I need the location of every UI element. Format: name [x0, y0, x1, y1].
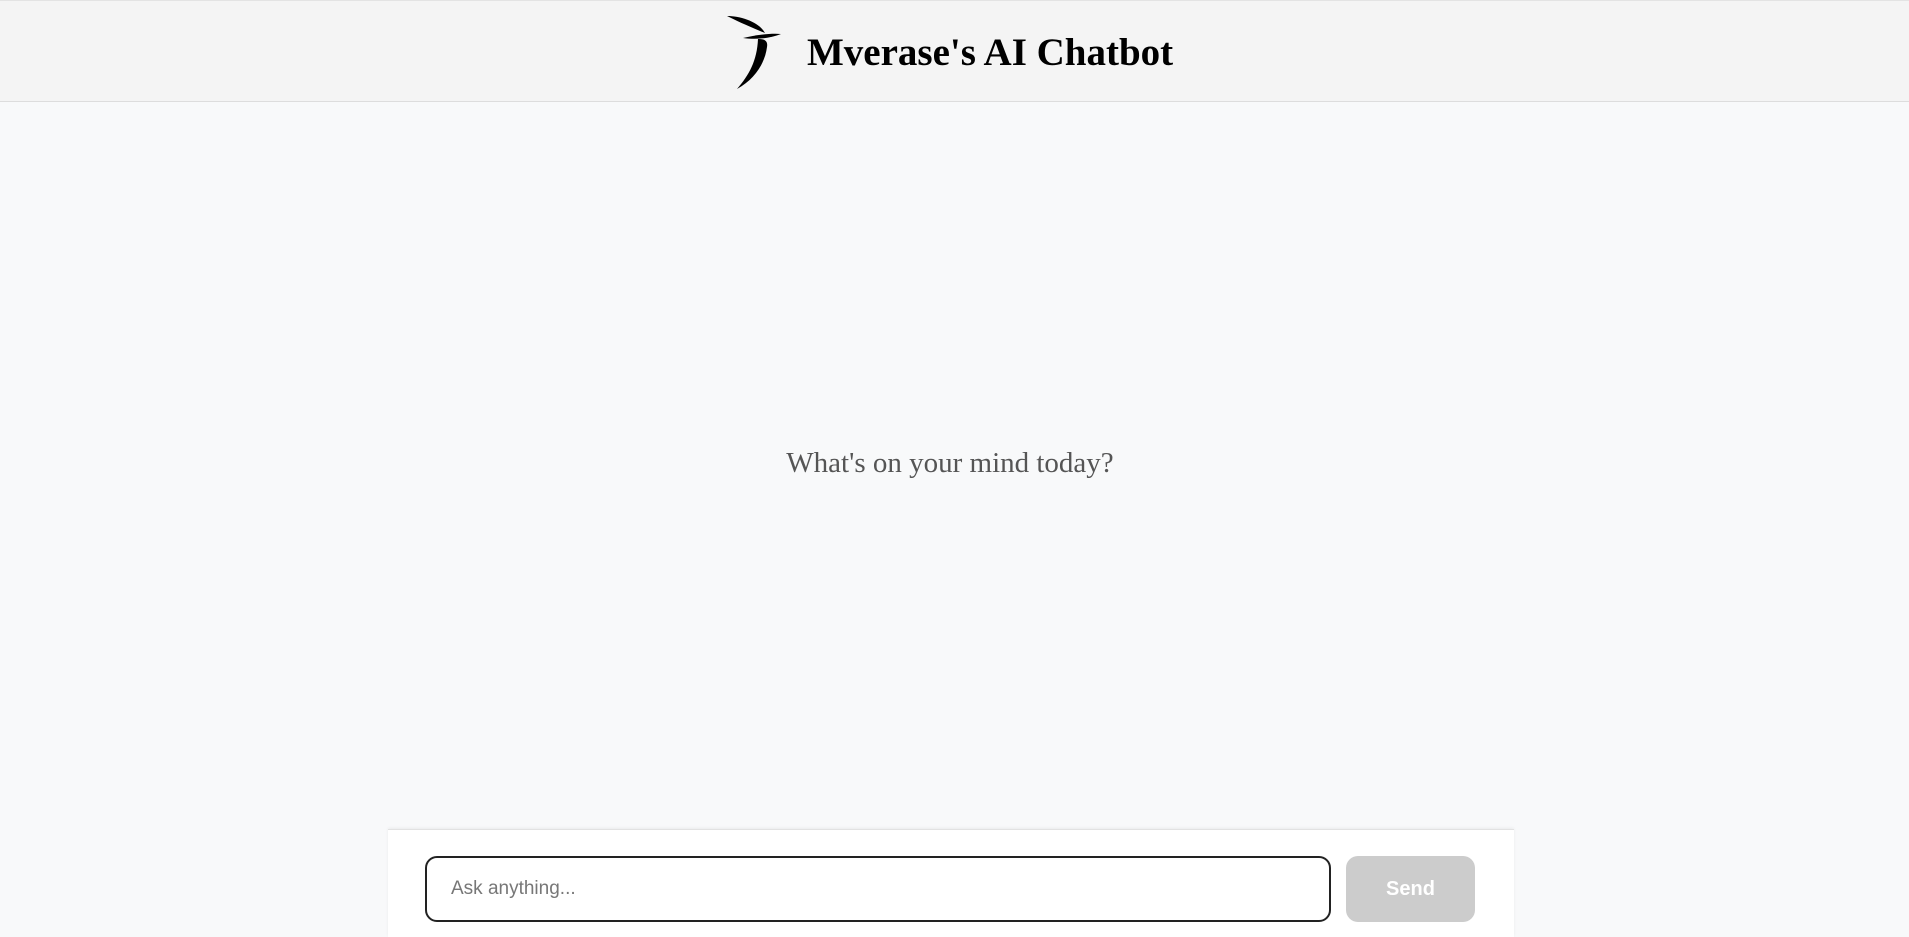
send-button[interactable]: Send — [1346, 856, 1475, 922]
chat-input[interactable] — [425, 856, 1331, 922]
message-composer: Send — [388, 829, 1514, 937]
logo-icon — [727, 16, 781, 89]
app-header: Mverase's AI Chatbot — [0, 1, 1909, 102]
app-title: Mverase's AI Chatbot — [807, 30, 1174, 74]
chat-area: What's on your mind today? — [0, 102, 1909, 829]
header-brand: Mverase's AI Chatbot — [725, 13, 1173, 91]
welcome-message: What's on your mind today? — [786, 447, 1114, 479]
